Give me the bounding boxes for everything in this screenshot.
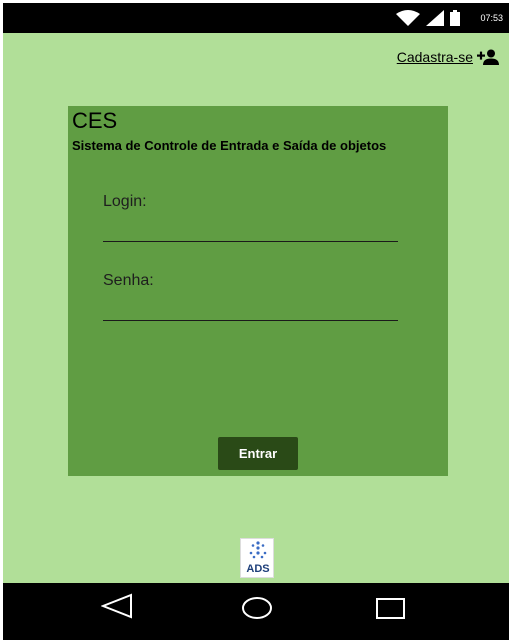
ads-logo: ADS — [240, 538, 274, 578]
status-time: 07:53 — [480, 13, 503, 23]
home-icon[interactable] — [241, 593, 273, 619]
status-icons: 07:53 — [396, 9, 503, 27]
back-icon[interactable] — [101, 593, 133, 619]
wifi-icon — [396, 10, 421, 26]
login-button[interactable]: Entrar — [218, 437, 298, 470]
app-screen: Cadastra-se CES Sistema de Controle de E… — [3, 33, 509, 583]
app-title: CES — [72, 108, 118, 133]
password-label: Senha: — [103, 272, 154, 289]
person-add-icon — [477, 49, 499, 65]
password-input[interactable] — [103, 295, 398, 321]
signup-link[interactable]: Cadastra-se — [397, 49, 499, 65]
login-card: CES Sistema de Controle de Entrada e Saí… — [68, 106, 448, 476]
signal-icon — [426, 10, 445, 26]
recents-icon[interactable] — [375, 593, 407, 619]
battery-icon — [450, 10, 461, 26]
navigation-bar — [3, 583, 509, 640]
login-input[interactable] — [103, 216, 398, 242]
status-bar: 07:53 — [3, 3, 509, 33]
device-frame: 07:53 Cadastra-se CES Sistema de Control… — [3, 3, 509, 640]
login-label: Login: — [103, 193, 147, 210]
signup-label: Cadastra-se — [396, 49, 473, 65]
app-subtitle: Sistema de Controle de Entrada e Saída d… — [72, 138, 387, 153]
ads-logo-text: ADS — [246, 563, 269, 575]
